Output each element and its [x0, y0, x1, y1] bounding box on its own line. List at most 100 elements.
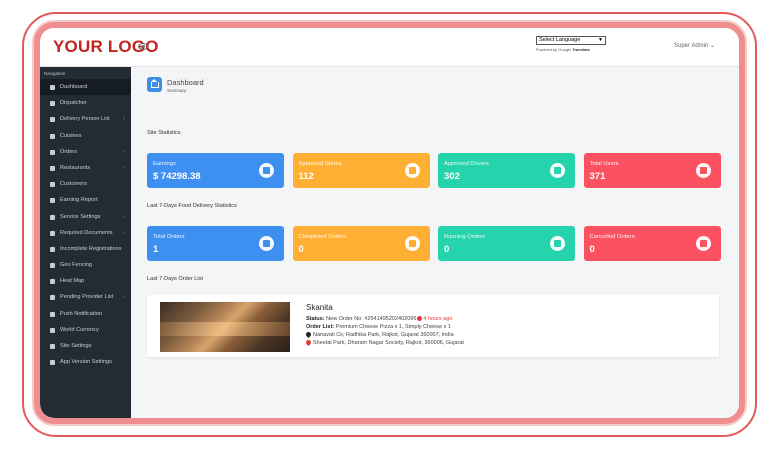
device-frame-inner: YOUR LOGO Select Language ▼ Powered by G…: [34, 22, 745, 424]
sidebar-item-orders[interactable]: Orders ›: [40, 144, 131, 160]
sidebar-item-label: Customers: [60, 181, 88, 188]
pin-icon: [304, 339, 313, 347]
stat-card-completed-orders[interactable]: Completed Orders 0: [292, 226, 430, 261]
language-select[interactable]: Select Language ▼: [536, 36, 606, 45]
sidebar-item-app-version-settings[interactable]: App Version Settings: [40, 354, 131, 370]
stat-card-cancelled-orders[interactable]: Cancelled Orders 0: [583, 226, 721, 261]
users-icon: [695, 163, 711, 178]
stat-label: Cancelled Orders: [589, 234, 635, 240]
stat-card-running-orders[interactable]: Running Orders 0: [438, 226, 575, 261]
sidebar-item-label: World Currency: [60, 326, 99, 333]
food-image: [160, 302, 290, 352]
sidebar-item-pending-provider-list[interactable]: Pending Provider List ›: [40, 289, 131, 305]
pickup-address: Nanavati Cir, Radhika Park, Rajkot, Guja…: [304, 331, 454, 339]
sidebar-item-geo-fencing[interactable]: Geo Fencing: [40, 257, 131, 273]
pin-icon: [50, 279, 55, 285]
sidebar-item-label: Restaurants: [60, 164, 91, 171]
sidebar-item-push-notification[interactable]: Push Notification: [40, 306, 131, 322]
stat-label: Approved Stores: [298, 161, 342, 167]
page-subtitle: Summary: [167, 88, 187, 93]
sidebar-item-label: Incomplete Registrations: [60, 245, 122, 252]
stat-label: Total Users: [589, 161, 619, 167]
stat-card-approved-stores[interactable]: Approved Stores 112: [292, 153, 430, 188]
pin-icon: [304, 331, 313, 339]
stat-label: Total Orders: [153, 234, 185, 240]
file-icon: [50, 230, 55, 236]
stat-card-earnings[interactable]: Earnings $ 74298.38: [147, 153, 284, 188]
user-menu[interactable]: Super Admin ⌄: [674, 42, 715, 49]
sidebar-item-restaurants[interactable]: Restaurants ›: [40, 160, 131, 176]
page-title: Dashboard: [167, 78, 204, 87]
dropoff-text: Sheetal Park, Dharam Nagar Society, Rajk…: [313, 340, 464, 346]
sidebar-item-site-settings[interactable]: Site Settings: [40, 338, 131, 354]
stat-label: Earnings: [153, 161, 176, 167]
sidebar-item-service-settings[interactable]: Service Settings ›: [40, 209, 131, 225]
time-ago: 4 hours ago: [423, 316, 453, 322]
sidebar-item-label: Geo Fencing: [60, 262, 93, 269]
store-icon: [50, 165, 55, 171]
user-plus-icon: [50, 246, 55, 252]
sidebar-item-dashboard[interactable]: Dashboard: [40, 79, 131, 96]
chevron-right-icon: ›: [123, 213, 125, 220]
sidebar-item-label: Site Settings: [60, 343, 92, 349]
pickup-text: Nanavati Cir, Radhika Park, Rajkot, Guja…: [313, 332, 454, 338]
home-icon: [50, 85, 55, 90]
sidebar-item-label: Earning Report: [60, 197, 98, 204]
main-content: Dashboard Summary Site Statistics Earnin…: [131, 67, 739, 418]
stat-label: Running Orders: [444, 234, 485, 240]
report-icon: [50, 198, 55, 204]
stat-label: Completed Orders: [298, 234, 346, 240]
sidebar-item-earning-report[interactable]: Earning Report: [40, 192, 131, 208]
stat-value: 0: [298, 244, 304, 255]
dropoff-address: Sheetal Park, Dharam Nagar Society, Rajk…: [304, 339, 464, 347]
translate-link[interactable]: Translate: [572, 47, 590, 52]
topbar: YOUR LOGO Select Language ▼ Powered by G…: [40, 28, 739, 67]
clock-icon: [417, 316, 423, 322]
wrench-icon: [50, 360, 55, 366]
sidebar-item-incomplete-registrations[interactable]: Incomplete Registrations: [40, 241, 131, 257]
restaurant-name: Skanita: [306, 303, 333, 312]
truck-icon: [550, 163, 565, 178]
store-icon: [404, 163, 420, 178]
stat-card-total-orders[interactable]: Total Orders 1: [147, 226, 284, 261]
sidebar-item-cuisines[interactable]: Cuisines: [40, 128, 131, 144]
stat-card-total-users[interactable]: Total Users 371: [583, 153, 721, 188]
sidebar-item-label: Delivery Person List: [60, 116, 110, 123]
eye-icon[interactable]: [138, 43, 148, 50]
car-icon: [50, 117, 55, 123]
user-icon: [50, 182, 55, 188]
sidebar-item-heat-map[interactable]: Heat Map: [40, 273, 131, 289]
sidebar-item-customers[interactable]: Customers: [40, 176, 131, 192]
order-list-heading: Last 7-Days Order List: [147, 276, 203, 282]
x-icon: [695, 236, 711, 251]
lock-icon: [50, 149, 55, 155]
sidebar-item-delivery-person-list[interactable]: Delivery Person List ›: [40, 111, 131, 127]
sidebar-item-label: Pending Provider List: [60, 294, 114, 301]
money-icon: [259, 163, 274, 178]
user-name: Super Admin: [674, 43, 709, 49]
bell-icon: [50, 311, 55, 317]
dispatcher-icon: [50, 101, 55, 107]
food-stats-heading: Last 7-Days Food Delivery Statistics: [147, 203, 237, 209]
powered-by-google: Powered by Google Translate: [536, 47, 590, 52]
sidebar-item-dispatcher[interactable]: Dispatcher: [40, 95, 131, 111]
stat-value: 0: [589, 244, 595, 255]
sidebar-item-label: Required Documents: [60, 229, 113, 236]
sidebar-item-label: Service Settings: [60, 213, 101, 220]
powered-prefix: Powered by Google: [536, 47, 572, 52]
sidebar-item-required-documents[interactable]: Required Documents ›: [40, 225, 131, 241]
dollar-icon: [50, 327, 55, 333]
admin-app: YOUR LOGO Select Language ▼ Powered by G…: [40, 28, 739, 418]
chevron-down-icon: ⌄: [710, 43, 716, 49]
chevron-down-icon: ▼: [598, 37, 603, 43]
status-value: New Order No: #2541495202402096: [326, 316, 417, 322]
status-label: Status:: [306, 316, 325, 322]
order-card[interactable]: Skanita Status: New Order No: #254149520…: [147, 295, 719, 357]
sidebar-item-world-currency[interactable]: World Currency: [40, 322, 131, 338]
stat-card-approved-drivers[interactable]: Approved Drivers 302: [438, 153, 575, 188]
sidebar-item-label: Heat Map: [60, 278, 85, 285]
order-list-label: Order List:: [306, 324, 335, 330]
stat-value: 302: [444, 171, 460, 182]
nav-list: Dashboard Dispatcher Delivery Person List ›…: [40, 79, 131, 370]
user-clock-icon: [50, 295, 55, 301]
